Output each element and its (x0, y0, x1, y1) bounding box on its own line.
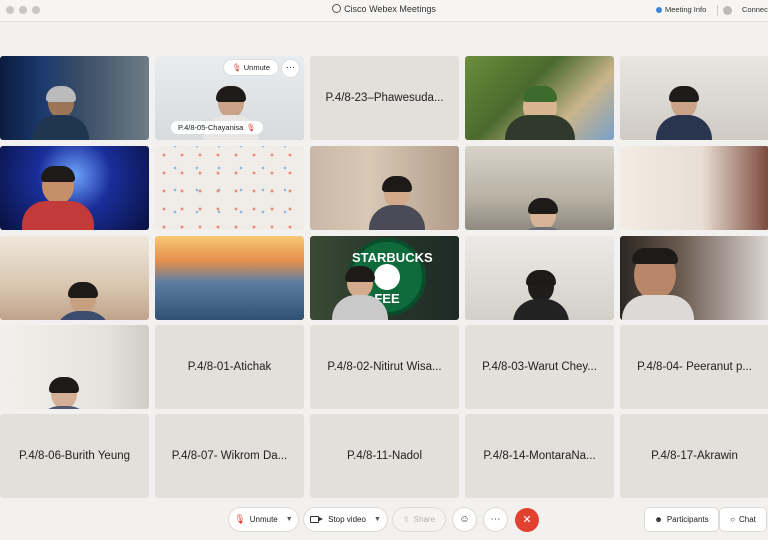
chevron-down-icon[interactable]: ▼ (374, 516, 381, 523)
participants-label: Participants (666, 515, 709, 524)
participants-button[interactable]: ☻ Participants (645, 508, 718, 531)
reactions-button[interactable]: ☺ (453, 508, 476, 531)
participant-video (622, 248, 695, 320)
participant-name: P.4/8-11-Nadol (346, 450, 422, 462)
participant-name: P.4/8-05-Chayanisa (178, 123, 244, 132)
window-title: Cisco Webex Meetings (0, 4, 768, 14)
share-button[interactable]: ⇧ Share (393, 508, 445, 531)
close-icon: ✕ (522, 514, 532, 526)
participant-video (332, 266, 389, 320)
webex-logo-icon (332, 4, 342, 13)
title-bar: Cisco Webex Meetings Meeting Info Connec (0, 0, 768, 22)
participant-video (32, 86, 89, 140)
participant-name: P.4/8-03-Warut Chey... (482, 361, 597, 373)
participant-video (21, 166, 94, 230)
divider (717, 5, 718, 16)
tile-unmute-button[interactable]: 🎙 Unmute (224, 60, 278, 75)
connection-status: Connec (742, 5, 768, 14)
participant-name: P.4/8-04- Peeranut p... (637, 361, 752, 373)
meeting-info-label: Meeting Info (665, 5, 707, 14)
participant-video (512, 270, 569, 320)
participant-video-tile[interactable]: STARBUCKS FEE (310, 236, 459, 320)
share-icon: ⇧ (402, 515, 410, 524)
participant-tile[interactable]: P.4/8-14-MontaraNa... (465, 414, 614, 498)
more-options-button[interactable]: ⋯ (484, 508, 507, 531)
participant-video-tile[interactable] (0, 146, 149, 230)
participant-video (515, 198, 572, 230)
participant-name: P.4/8-02-Nitirut Wisa... (327, 361, 442, 373)
participant-video-tile[interactable]: 🎙 Unmute ⋯ P.4/8-05-Chayanisa 🎙 (155, 56, 304, 140)
window-title-text: Cisco Webex Meetings (344, 4, 436, 14)
video-grid: 🎙 Unmute ⋯ P.4/8-05-Chayanisa 🎙 P.4/8-23–P… (0, 56, 768, 498)
participant-tile[interactable]: P.4/8-04- Peeranut p... (620, 325, 768, 409)
unmute-button[interactable]: 🎙 Unmute ▼ (229, 508, 298, 531)
participant-video-tile[interactable] (465, 236, 614, 320)
participant-tile[interactable]: P.4/8-07- Wikrom Da... (155, 414, 304, 498)
meeting-controls: 🎙 Unmute ▼ Stop video ▼ ⇧ Share ☺ ⋯ ✕ ☻ … (0, 501, 768, 540)
participant-video (504, 86, 575, 140)
participant-video-tile[interactable] (155, 236, 304, 320)
participant-video-tile[interactable] (155, 146, 304, 230)
participant-video (54, 282, 111, 320)
participant-tile[interactable]: P.4/8-01-Atichak (155, 325, 304, 409)
mic-muted-icon: 🎙 (246, 123, 256, 132)
chevron-down-icon[interactable]: ▼ (286, 516, 293, 523)
participant-name: P.4/8-23–Phawesuda... (325, 92, 444, 104)
info-icon (656, 6, 662, 13)
mic-muted-icon: 🎙 (232, 63, 242, 72)
participant-name-badge: P.4/8-05-Chayanisa 🎙 (171, 121, 263, 134)
participant-tile[interactable]: P.4/8-02-Nitirut Wisa... (310, 325, 459, 409)
participant-video-tile[interactable] (0, 56, 149, 140)
video-camera-icon (310, 516, 324, 523)
end-meeting-button[interactable]: ✕ (515, 508, 539, 532)
participant-tile[interactable]: P.4/8-17-Akrawin (620, 414, 768, 498)
participant-tile[interactable]: P.4/8-06-Burith Yeung (0, 414, 149, 498)
person-icon: ☻ (654, 515, 663, 524)
participant-video (369, 176, 426, 230)
participant-name: P.4/8-07- Wikrom Da... (171, 450, 288, 462)
chat-button[interactable]: ○ Chat (720, 508, 766, 531)
unmute-label: Unmute (249, 515, 278, 524)
participant-video-tile[interactable] (0, 325, 149, 409)
participant-video-tile[interactable] (310, 146, 459, 230)
participant-video-tile[interactable] (620, 236, 768, 320)
emoji-icon: ☺ (459, 514, 470, 525)
participant-video (655, 86, 712, 140)
tile-unmute-label: Unmute (243, 63, 270, 72)
stop-video-button[interactable]: Stop video ▼ (304, 508, 387, 531)
tile-more-button[interactable]: ⋯ (282, 60, 299, 77)
share-label: Share (413, 515, 436, 524)
participant-tile[interactable]: P.4/8-23–Phawesuda... (310, 56, 459, 140)
participant-video (35, 377, 92, 409)
participant-name: P.4/8-17-Akrawin (651, 450, 738, 462)
connection-icon[interactable] (723, 6, 732, 15)
chat-label: Chat (738, 515, 756, 524)
participant-tile[interactable]: P.4/8-11-Nadol (310, 414, 459, 498)
participant-name: P.4/8-06-Burith Yeung (18, 450, 131, 462)
mic-muted-icon: 🎙 (234, 514, 246, 524)
participant-video-tile[interactable] (620, 146, 768, 230)
participant-video-tile[interactable] (0, 236, 149, 320)
participant-video-tile[interactable] (465, 146, 614, 230)
meeting-info-button[interactable]: Meeting Info (656, 5, 706, 14)
stop-video-label: Stop video (328, 515, 366, 524)
participant-name: P.4/8-14-MontaraNa... (483, 450, 596, 462)
participant-tile[interactable]: P.4/8-03-Warut Chey... (465, 325, 614, 409)
logo-text-top: STARBUCKS (352, 250, 433, 265)
chat-bubble-icon: ○ (730, 515, 735, 524)
participant-video-tile[interactable] (620, 56, 768, 140)
participant-video-tile[interactable] (465, 56, 614, 140)
participant-name: P.4/8-01-Atichak (187, 361, 272, 373)
